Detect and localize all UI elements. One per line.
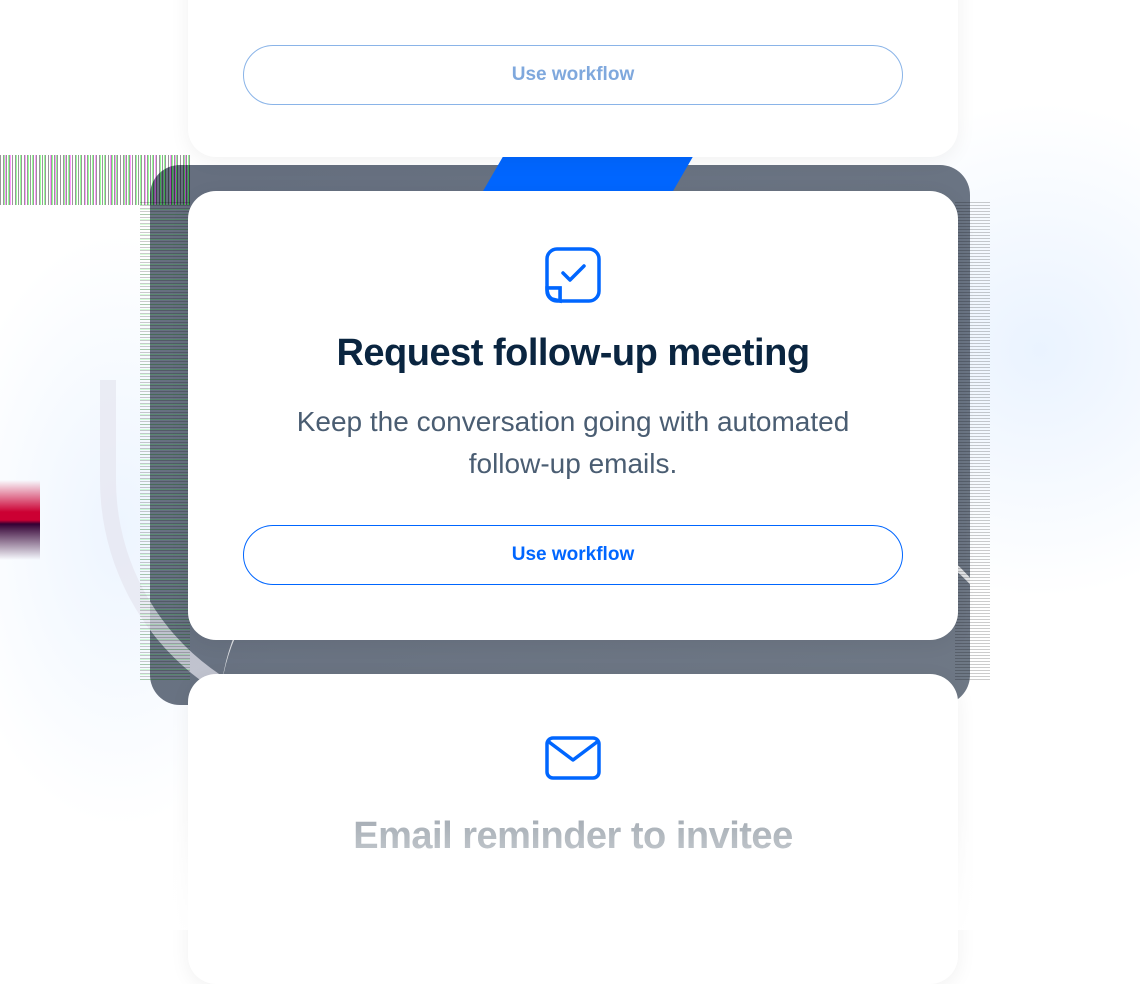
workflow-cards-list: for the host or invitee. Use workflow Re…	[188, 0, 958, 984]
artifact-noise-left	[140, 200, 190, 680]
card-title: Request follow-up meeting	[336, 332, 809, 375]
workflow-card-followup: Request follow-up meeting Keep the conve…	[188, 191, 958, 640]
card-title: Email reminder to invitee	[353, 815, 792, 858]
card-description: Keep the conversation going with automat…	[293, 401, 853, 485]
workflow-card-email-reminder: Email reminder to invitee	[188, 674, 958, 984]
use-workflow-button[interactable]: Use workflow	[243, 45, 903, 105]
card-description-partial: for the host or invitee.	[438, 0, 707, 7]
use-workflow-button[interactable]: Use workflow	[243, 525, 903, 585]
envelope-icon	[544, 729, 602, 787]
note-check-icon	[544, 246, 602, 304]
artifact-noise-top	[0, 155, 190, 205]
artifact-noise-right	[955, 200, 990, 680]
artifact-red-edge	[0, 480, 40, 560]
workflow-card-partial-top: for the host or invitee. Use workflow	[188, 0, 958, 157]
